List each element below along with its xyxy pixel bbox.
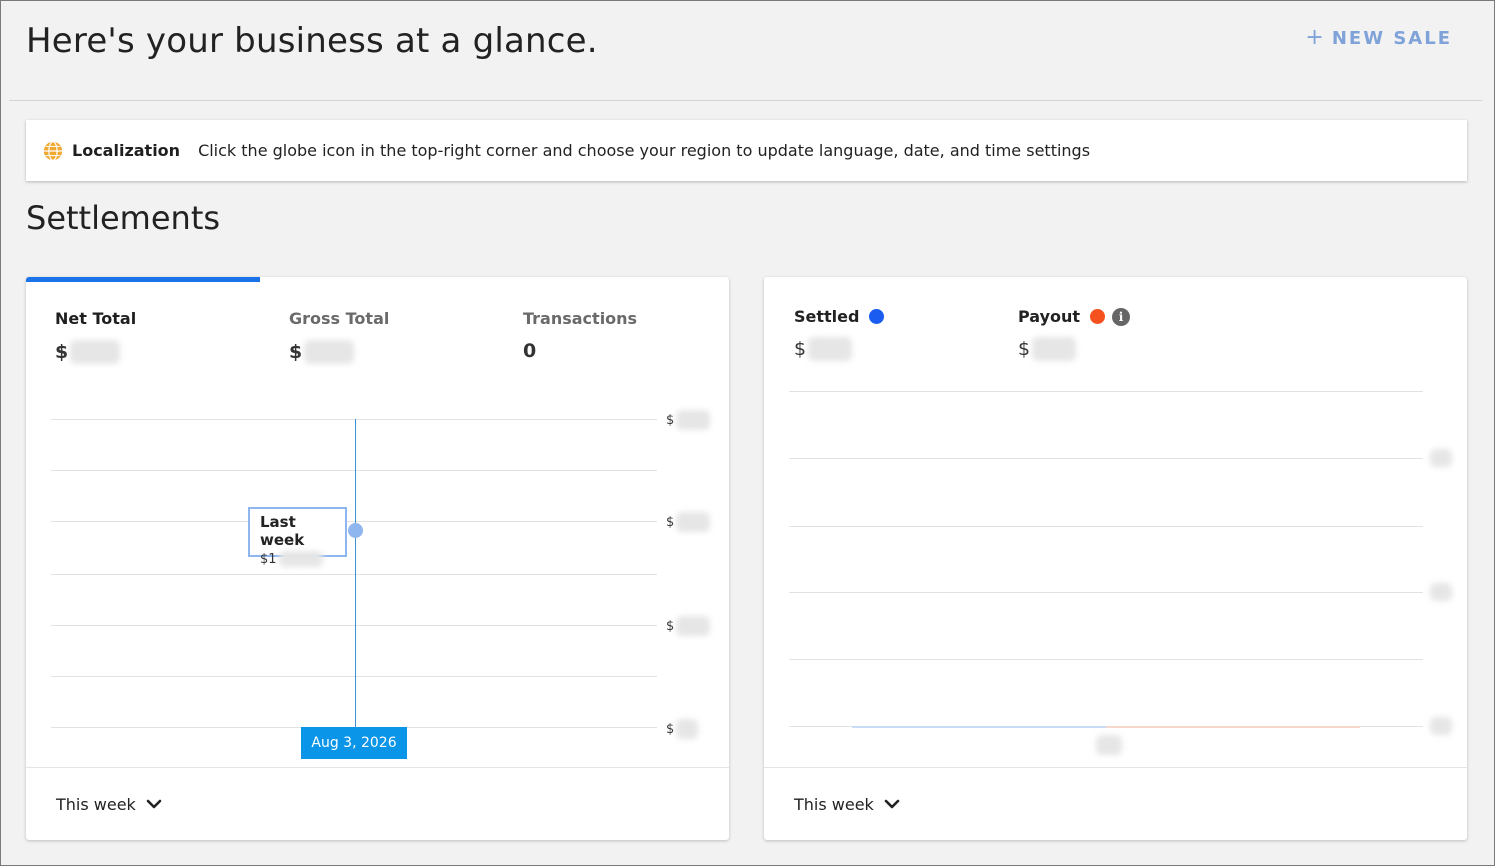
banner-text: Click the globe icon in the top-right co… <box>198 141 1091 160</box>
legend-settled: Settled <box>794 307 885 326</box>
metric-value: 0 <box>523 340 537 362</box>
chevron-down-icon <box>884 799 900 809</box>
grid-line <box>789 391 1423 392</box>
y-axis-tick: $ <box>666 616 711 636</box>
new-sale-label: NEW SALE <box>1331 28 1452 49</box>
chart-cursor-line <box>355 419 356 729</box>
settled-series-line <box>852 726 1106 728</box>
legend-label: Payout <box>1018 307 1081 326</box>
grid-line <box>789 659 1423 660</box>
period-selector[interactable]: This week <box>26 767 729 840</box>
date-badge: Aug 3, 2026 <box>301 727 407 759</box>
redacted-value <box>304 340 355 364</box>
grid-line <box>51 574 657 575</box>
metric-transactions[interactable]: Transactions 0 <box>523 309 637 362</box>
tooltip-title: Last week <box>260 513 305 549</box>
redacted-y-tick <box>1430 449 1452 467</box>
header-divider <box>9 100 1482 101</box>
redacted-x-tick <box>1096 735 1122 755</box>
plus-icon: + <box>1305 25 1326 50</box>
localization-banner: Localization Click the globe icon in the… <box>26 120 1467 181</box>
payout-value: $ <box>1018 337 1077 361</box>
grid-line <box>51 676 657 677</box>
metric-net-total[interactable]: Net Total $ <box>55 309 136 364</box>
metric-gross-total[interactable]: Gross Total $ <box>289 309 389 364</box>
legend-label: Settled <box>794 307 860 326</box>
settled-dot-icon <box>869 309 885 324</box>
metric-value: $ <box>289 341 303 363</box>
y-axis-tick: $ <box>666 410 711 430</box>
metric-label: Transactions <box>523 309 638 328</box>
redacted-value <box>70 340 121 364</box>
active-tab-indicator <box>26 277 260 282</box>
section-title: Settlements <box>26 199 221 237</box>
page-title: Here's your business at a glance. <box>26 21 598 61</box>
metric-label: Gross Total <box>289 309 390 328</box>
redacted-y-tick <box>1430 583 1452 601</box>
settled-value: $ <box>794 337 853 361</box>
globe-icon <box>43 140 63 161</box>
payout-dot-icon <box>1090 309 1106 324</box>
grid-line <box>51 419 657 420</box>
totals-card: Net Total $ Gross Total $ Transactions 0… <box>26 277 729 840</box>
grid-line <box>789 458 1423 459</box>
period-label: This week <box>56 794 136 814</box>
new-sale-button[interactable]: + NEW SALE <box>1305 25 1452 50</box>
chevron-down-icon <box>146 799 162 809</box>
redacted-y-tick <box>1430 717 1452 735</box>
metric-value: $ <box>55 341 69 363</box>
period-selector[interactable]: This week <box>764 767 1467 840</box>
tooltip-value: $1 <box>260 551 277 567</box>
grid-line <box>51 521 657 522</box>
chart-data-point[interactable] <box>348 523 363 538</box>
grid-line <box>789 526 1423 527</box>
grid-line <box>789 592 1423 593</box>
metric-label: Net Total <box>55 309 137 328</box>
y-axis-tick: $ <box>666 719 699 739</box>
settled-payout-card: Settled $ Payout i $ This week <box>764 277 1467 840</box>
payout-series-line <box>1106 726 1360 728</box>
period-label: This week <box>794 794 874 814</box>
info-icon[interactable]: i <box>1112 307 1131 326</box>
grid-line <box>51 470 657 471</box>
y-axis-tick: $ <box>666 512 711 532</box>
chart-tooltip: Last week $1 <box>248 507 347 567</box>
legend-payout: Payout i <box>1018 307 1131 326</box>
banner-title: Localization <box>72 141 181 160</box>
grid-line <box>51 625 657 626</box>
